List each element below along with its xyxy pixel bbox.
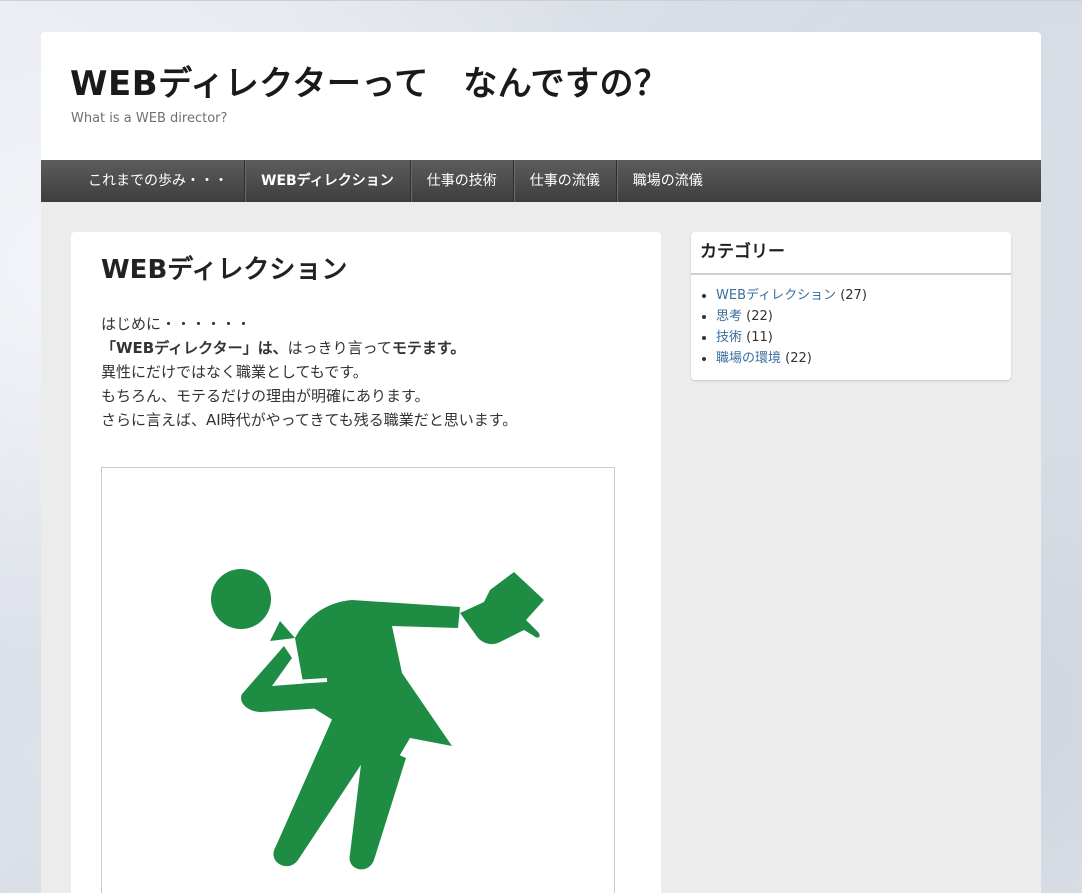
site-header: WEBディレクターって なんですの？ What is a WEB directo… [41, 32, 1041, 160]
article-text-frankly: はっきり言って [287, 339, 392, 357]
nav-item-work-style[interactable]: 仕事の流儀 [514, 160, 617, 202]
nav-item-work-skills[interactable]: 仕事の技術 [411, 160, 514, 202]
category-count: (22) [785, 351, 812, 366]
category-link-technique[interactable]: 技術 [716, 330, 742, 345]
article-line-3: 異性にだけではなく職業としてもです。 [101, 363, 368, 381]
nav-item-history[interactable]: これまでの歩み・・・ [72, 160, 245, 202]
category-item: WEBディレクション (27) [716, 285, 1011, 306]
window-top-border [0, 0, 1082, 1]
main-nav: これまでの歩み・・・ WEBディレクション 仕事の技術 仕事の流儀 職場の流儀 [41, 160, 1041, 202]
category-count: (22) [746, 309, 773, 324]
article-illustration [101, 467, 615, 893]
category-widget: カテゴリー WEBディレクション (27) 思考 (22) 技術 (11) 職場… [691, 232, 1011, 380]
nav-item-web-direction[interactable]: WEBディレクション [245, 160, 411, 202]
category-link-thinking[interactable]: 思考 [716, 309, 742, 324]
article-line-2: 「WEBディレクター」は、はっきり言ってモテます。 [101, 336, 517, 360]
article-body: はじめに・・・・・・ 「WEBディレクター」は、はっきり言ってモテます。 異性に… [101, 312, 517, 432]
category-item: 技術 (11) [716, 327, 1011, 348]
article-title: WEBディレクション [101, 255, 348, 285]
article-line-4: もちろん、モテるだけの理由が明確にあります。 [101, 387, 430, 405]
site-title[interactable]: WEBディレクターって なんですの？ [70, 62, 669, 106]
category-link-web-direction[interactable]: WEBディレクション [716, 288, 836, 303]
site-container: WEBディレクターって なんですの？ What is a WEB directo… [41, 32, 1041, 893]
category-widget-title: カテゴリー [691, 232, 1011, 275]
main-article: WEBディレクション はじめに・・・・・・ 「WEBディレクター」は、はっきり言… [71, 232, 661, 893]
category-item: 思考 (22) [716, 306, 1011, 327]
site-description: What is a WEB director? [71, 111, 228, 126]
nav-item-workplace-style[interactable]: 職場の流儀 [617, 160, 719, 202]
category-item: 職場の環境 (22) [716, 348, 1011, 369]
article-emphasis-director: 「WEBディレクター」は、 [101, 339, 288, 357]
category-count: (11) [746, 330, 773, 345]
bowing-gentleman-with-top-hat-icon [211, 569, 544, 870]
article-intro: はじめに・・・・・・ [101, 315, 252, 333]
article-line-5: さらに言えば、AI時代がやってきても残る職業だと思います。 [101, 411, 518, 429]
category-list: WEBディレクション (27) 思考 (22) 技術 (11) 職場の環境 (2… [691, 285, 1011, 369]
category-link-workplace[interactable]: 職場の環境 [716, 351, 781, 366]
article-emphasis-popular: モテます。 [391, 339, 466, 357]
category-count: (27) [840, 288, 867, 303]
